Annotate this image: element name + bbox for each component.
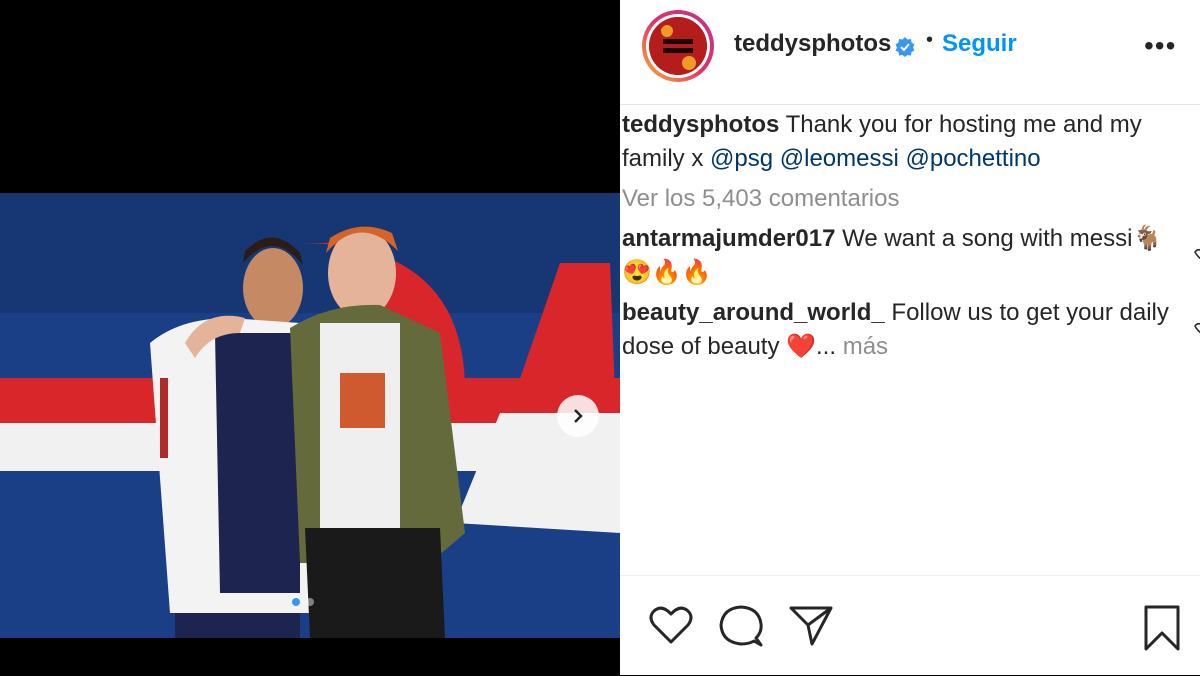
- view-comments-link[interactable]: Ver los 5,403 comentarios: [622, 182, 1182, 216]
- mention-pochettino[interactable]: @pochettino: [905, 145, 1040, 172]
- post-sidebar: teddysphotos • Seguir ••• teddysphotos T…: [620, 0, 1200, 675]
- comment-username[interactable]: beauty_around_world_: [622, 299, 885, 326]
- mention-leomessi[interactable]: @leomessi: [780, 145, 899, 172]
- caption-username[interactable]: teddysphotos: [622, 111, 779, 138]
- comment-item: antarmajumder017 We want a song with mes…: [622, 222, 1182, 290]
- caption: teddysphotos Thank you for hosting me an…: [622, 108, 1182, 176]
- mention-psg[interactable]: @psg: [710, 145, 773, 172]
- caption-text-2: family x: [622, 145, 704, 172]
- goat-emoji: 🐐: [1132, 225, 1163, 252]
- caption-text: Thank you for hosting me and my: [785, 111, 1142, 138]
- heart-icon[interactable]: [648, 604, 694, 646]
- like-comment-heart-icon[interactable]: [1188, 246, 1200, 264]
- like-comment-heart-icon[interactable]: [1188, 320, 1200, 338]
- action-bar: [620, 575, 1200, 676]
- carousel-dot: [306, 598, 314, 606]
- more-options-button[interactable]: •••: [1144, 30, 1176, 62]
- next-photo-button[interactable]: [557, 395, 599, 437]
- bookmark-icon[interactable]: [1142, 604, 1182, 652]
- carousel-dots: [292, 598, 314, 606]
- more-link[interactable]: más: [843, 333, 888, 360]
- comment-text-2: dose of beauty: [622, 333, 780, 360]
- verified-icon: [895, 37, 915, 57]
- share-icon[interactable]: [788, 604, 834, 648]
- post-username[interactable]: teddysphotos: [734, 30, 891, 58]
- post-header: teddysphotos • Seguir •••: [620, 0, 1200, 105]
- heart-emoji: ❤️: [786, 333, 817, 360]
- carousel-dot: [292, 598, 300, 606]
- comment-text: Follow us to get your daily: [891, 299, 1169, 326]
- comment-emojis: 😍🔥🔥: [622, 259, 712, 286]
- photo-pane: [0, 0, 620, 675]
- ellipsis: ...: [816, 333, 837, 360]
- comment-item: beauty_around_world_ Follow us to get yo…: [622, 296, 1182, 364]
- comment-username[interactable]: antarmajumder017: [622, 225, 835, 252]
- chevron-right-icon: [574, 409, 583, 423]
- comment-text: We want a song with messi: [842, 225, 1133, 252]
- follow-button[interactable]: Seguir: [942, 30, 1017, 58]
- avatar[interactable]: [642, 10, 714, 82]
- comment-icon[interactable]: [718, 604, 764, 648]
- separator-dot: •: [926, 29, 934, 51]
- post-photo[interactable]: [0, 193, 620, 638]
